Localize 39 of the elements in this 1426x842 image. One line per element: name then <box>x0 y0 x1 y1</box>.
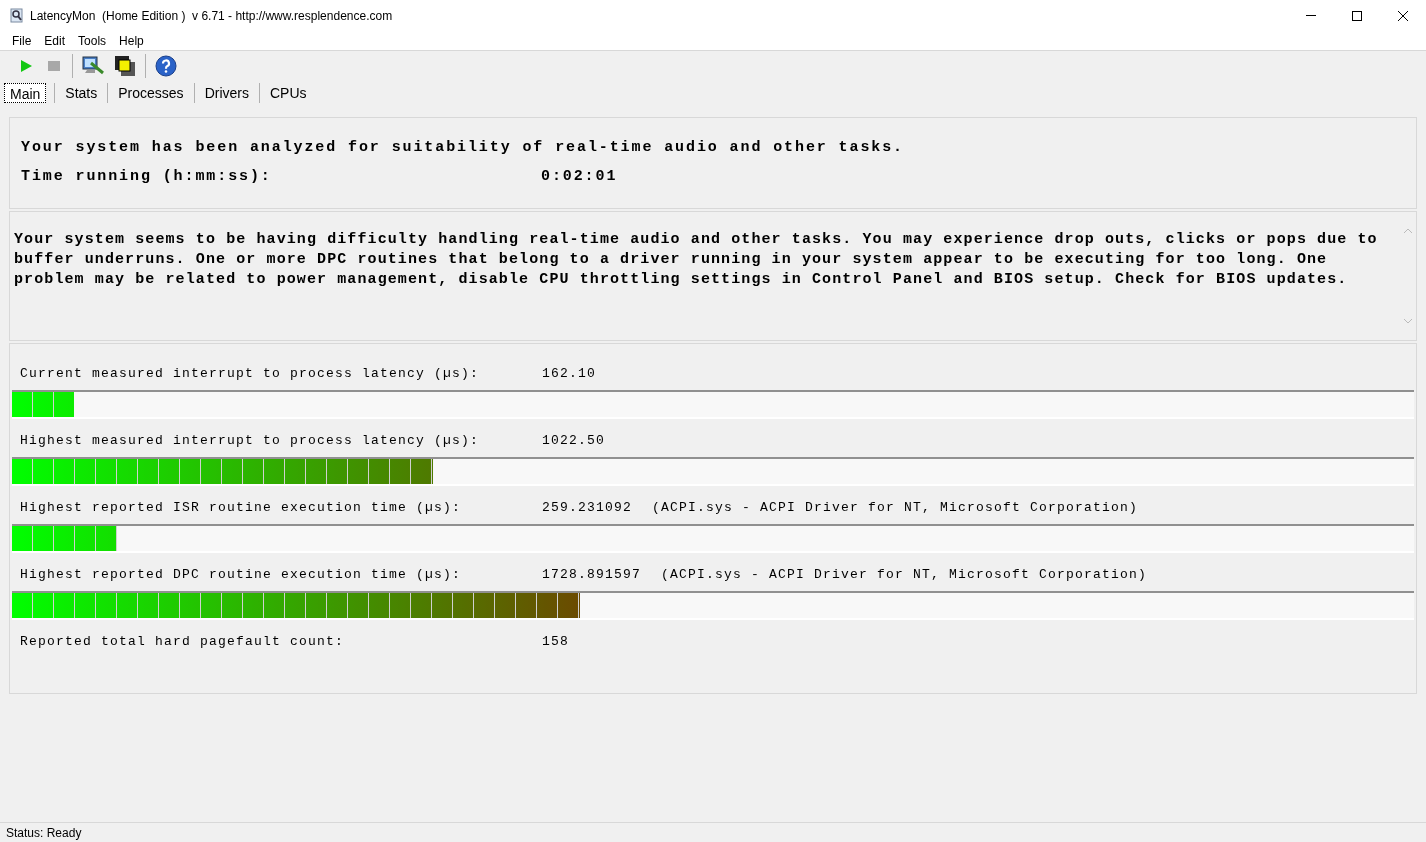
minimize-icon <box>1306 15 1316 16</box>
close-icon <box>1398 10 1408 21</box>
scroll-down-icon <box>1403 319 1412 324</box>
tab[interactable]: Main <box>4 83 47 103</box>
summary-text: Your system has been analyzed for suitability of real-time audio and other tasks. <box>21 138 906 158</box>
menu-item[interactable]: File <box>10 31 34 50</box>
tab[interactable]: Drivers <box>193 83 259 103</box>
menu-item[interactable]: Tools <box>76 31 109 50</box>
status-text: Status: Ready <box>6 824 82 842</box>
help-icon <box>155 55 177 77</box>
metric-label: Highest reported ISR routine execution time (µs): <box>20 499 463 518</box>
metric-value: 1022.50 <box>542 432 605 451</box>
time-value: 0:02:01 <box>541 166 618 187</box>
menu-item[interactable]: Help <box>117 31 146 50</box>
scroll-up-icon <box>1403 228 1412 233</box>
computer-wrench-icon <box>81 55 105 77</box>
driver-detail: (ACPI.sys - ACPI Driver for NT, Microsoft Corporation) <box>661 566 1148 585</box>
metric-value: 162.10 <box>542 365 596 384</box>
verdict-text: Your system seems to be having difficulty handling real-time audio and other tasks. You may experience drop outs, clicks or pops due to buffer underruns. One or more DPC routines that belong to a driver running in your system appear to be executing for too long. One problem may be related to power management, disable CPU throttling settings in Control Panel and BIOS setup. Check for BIOS updates. <box>14 230 1379 290</box>
time-label: Time running (h:mm:ss): <box>21 166 273 187</box>
metric-value: 158 <box>542 633 569 652</box>
metric-value: 1728.891597 <box>542 566 641 585</box>
metric-label: Highest measured interrupt to process latency (µs): <box>20 432 481 451</box>
metric-label: Highest reported DPC routine execution time (µs): <box>20 566 463 585</box>
tab[interactable]: Processes <box>107 83 194 103</box>
tab[interactable]: Stats <box>54 83 108 103</box>
maximize-icon <box>1352 10 1362 21</box>
play-icon <box>20 60 32 72</box>
tab[interactable]: CPUs <box>258 83 317 103</box>
windows-icon <box>114 55 136 77</box>
metric-label: Current measured interrupt to process latency (µs): <box>20 365 481 384</box>
stop-icon <box>48 61 60 71</box>
metric-label: Reported total hard pagefault count: <box>20 633 346 652</box>
driver-detail: (ACPI.sys - ACPI Driver for NT, Microsoft Corporation) <box>652 499 1139 518</box>
menu-item[interactable]: Edit <box>42 31 68 50</box>
magnifier-app-icon <box>10 8 24 23</box>
window-title: LatencyMon (Home Edition ) v 6.71 - http://www.resplendence.com <box>30 7 393 25</box>
help-button[interactable] <box>152 53 180 79</box>
metric-value: 259.231092 <box>542 499 632 518</box>
